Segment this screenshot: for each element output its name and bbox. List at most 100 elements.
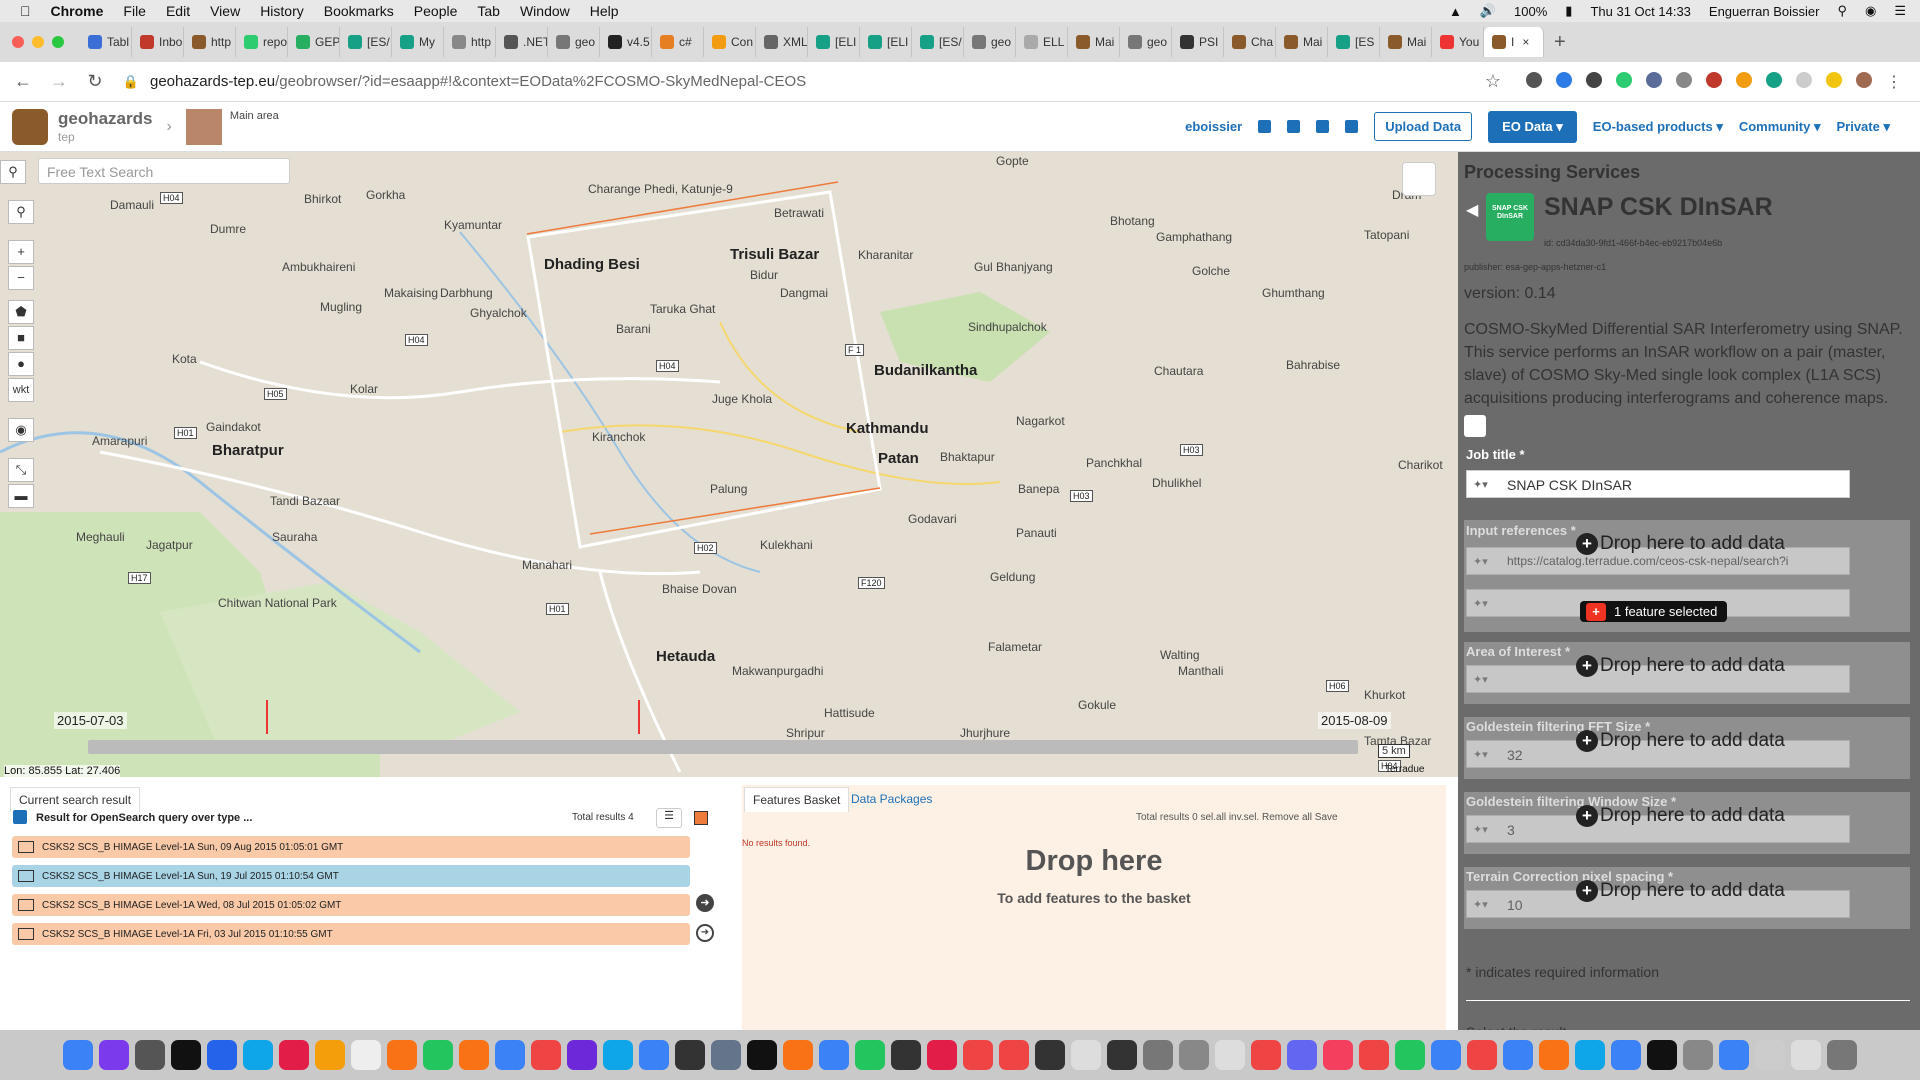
drop-zone-fft[interactable]: + Drop here to add data	[1576, 730, 1785, 752]
username-link[interactable]: eboissier	[1185, 119, 1242, 134]
dock-app-icon[interactable]	[1179, 1040, 1209, 1070]
menu-view[interactable]: View	[210, 3, 240, 19]
globe-icon[interactable]: ◉	[8, 418, 34, 442]
back-chevron-icon[interactable]: ◀	[1466, 200, 1478, 220]
browser-tab[interactable]: Inbo	[132, 27, 184, 57]
browser-tab[interactable]: repo	[236, 27, 288, 57]
dock-app-icon[interactable]	[1071, 1040, 1101, 1070]
dock-app-icon[interactable]	[855, 1040, 885, 1070]
browser-tab[interactable]: Mai	[1380, 27, 1432, 57]
dock-app-icon[interactable]	[459, 1040, 489, 1070]
timeline-marker[interactable]	[266, 700, 268, 734]
feature-selected-badge[interactable]: +1 feature selected	[1580, 601, 1728, 622]
fullscreen-icon[interactable]: ⤡	[8, 458, 34, 482]
dock-app-icon[interactable]	[711, 1040, 741, 1070]
browser-tab[interactable]: You	[1432, 27, 1484, 57]
extension-icon[interactable]	[1526, 71, 1542, 88]
share-icon[interactable]	[13, 810, 27, 824]
dock-app-icon[interactable]	[783, 1040, 813, 1070]
dock-app-icon[interactable]	[387, 1040, 417, 1070]
battery-icon[interactable]: ▮	[1565, 3, 1572, 19]
tab-current-search-result[interactable]: Current search result	[10, 787, 141, 812]
drop-zone-input-references[interactable]: + Drop here to add data	[1576, 533, 1785, 555]
dock-app-icon[interactable]	[1467, 1040, 1497, 1070]
draw-point-icon[interactable]: ●	[8, 352, 34, 376]
layers-icon[interactable]	[1402, 162, 1436, 196]
eo-data-menu[interactable]: EO Data ▾	[1488, 110, 1577, 143]
menu-file[interactable]: File	[123, 3, 146, 19]
dock-app-icon[interactable]	[1575, 1040, 1605, 1070]
color-swatch[interactable]	[694, 811, 708, 825]
dock-app-icon[interactable]	[1107, 1040, 1137, 1070]
dock-app-icon[interactable]	[1431, 1040, 1461, 1070]
dock-app-icon[interactable]	[1539, 1040, 1569, 1070]
zoom-search-icon[interactable]: ⚲	[8, 200, 34, 224]
measure-icon[interactable]: ▬	[8, 484, 34, 508]
eo-products-menu[interactable]: EO-based products ▾	[1593, 119, 1723, 135]
browser-tab[interactable]: http	[444, 27, 496, 57]
browser-tab[interactable]: geo	[1120, 27, 1172, 57]
menu-edit[interactable]: Edit	[166, 3, 190, 19]
dock-app-icon[interactable]	[927, 1040, 957, 1070]
dock-app-icon[interactable]	[279, 1040, 309, 1070]
browser-tab[interactable]: PSI	[1172, 27, 1224, 57]
browser-tab[interactable]: Mai	[1068, 27, 1120, 57]
browser-tab[interactable]: http	[184, 27, 236, 57]
extension-icon[interactable]	[1646, 71, 1662, 88]
result-row[interactable]: CSKS2 SCS_B HIMAGE Level-1A Sun, 19 Jul …	[12, 865, 690, 887]
dock-app-icon[interactable]	[1035, 1040, 1065, 1070]
drop-zone-aoi[interactable]: + Drop here to add data	[1576, 655, 1785, 677]
map-view[interactable]: Damauli Dumre Bhirkot Gorkha Charange Phedi,…	[0, 152, 1458, 777]
menu-tab[interactable]: Tab	[477, 3, 500, 19]
reload-icon[interactable]: ↻	[82, 71, 108, 92]
timeline-marker[interactable]	[638, 700, 640, 734]
window-close-button[interactable]	[12, 36, 24, 48]
dock-app-icon[interactable]	[1755, 1040, 1785, 1070]
address-bar[interactable]: geohazards-tep.eu/geobrowser/?id=esaapp#…	[150, 73, 806, 90]
magic-wand-icon[interactable]: ✦▾	[1473, 597, 1497, 611]
dock-app-icon[interactable]	[567, 1040, 597, 1070]
basket-toolbar[interactable]: Total results 0 sel.all inv.sel. Remove …	[1136, 812, 1338, 823]
browser-tab[interactable]: Cha	[1224, 27, 1276, 57]
dock-app-icon[interactable]	[891, 1040, 921, 1070]
bookmark-star-icon[interactable]: ☆	[1480, 71, 1506, 92]
dock-app-icon[interactable]	[135, 1040, 165, 1070]
dock-app-icon[interactable]	[207, 1040, 237, 1070]
extension-icon[interactable]	[1676, 71, 1692, 88]
back-arrow-icon[interactable]: ←	[10, 71, 36, 92]
drop-zone-terrain[interactable]: + Drop here to add data	[1576, 880, 1785, 902]
extension-icon[interactable]	[1766, 71, 1782, 88]
tab-data-packages[interactable]: Data Packages	[851, 792, 932, 806]
dock-app-icon[interactable]	[423, 1040, 453, 1070]
browser-tab[interactable]: geo	[548, 27, 600, 57]
logout-icon[interactable]	[1345, 120, 1359, 133]
dock-app-icon[interactable]	[1215, 1040, 1245, 1070]
browser-tab[interactable]: geo	[964, 27, 1016, 57]
dock-app-icon[interactable]	[603, 1040, 633, 1070]
magic-wand-icon[interactable]: ✦▾	[1473, 823, 1497, 837]
browser-tab[interactable]: [ELI	[860, 27, 912, 57]
magic-wand-icon[interactable]: ✦▾	[1473, 478, 1497, 492]
wifi-icon[interactable]: ▲	[1449, 4, 1462, 19]
volume-icon[interactable]: 🔊	[1480, 3, 1496, 19]
upload-data-button[interactable]: Upload Data	[1374, 112, 1473, 141]
extension-icon[interactable]	[1826, 71, 1842, 88]
tab-features-basket[interactable]: Features Basket	[744, 787, 850, 812]
area-thumbnail[interactable]	[185, 108, 222, 145]
profile-avatar[interactable]	[1856, 71, 1872, 88]
dock-app-icon[interactable]	[1287, 1040, 1317, 1070]
search-icon[interactable]: ⚲	[0, 160, 26, 184]
browser-tab[interactable]: Con	[704, 27, 756, 57]
browser-tab[interactable]: Tabl	[80, 27, 132, 57]
dock-app-icon[interactable]	[639, 1040, 669, 1070]
menu-help[interactable]: Help	[590, 3, 619, 19]
dock-app-icon[interactable]	[1395, 1040, 1425, 1070]
extension-icon[interactable]	[1796, 71, 1812, 88]
dock-app-icon[interactable]	[1827, 1040, 1857, 1070]
settings-gear-icon[interactable]	[1258, 120, 1272, 133]
dock-app-icon[interactable]	[675, 1040, 705, 1070]
browser-tab[interactable]: [ES/	[912, 27, 964, 57]
browser-tab[interactable]: My	[392, 27, 444, 57]
menu-window[interactable]: Window	[520, 3, 570, 19]
browser-tab[interactable]: [ELI	[808, 27, 860, 57]
